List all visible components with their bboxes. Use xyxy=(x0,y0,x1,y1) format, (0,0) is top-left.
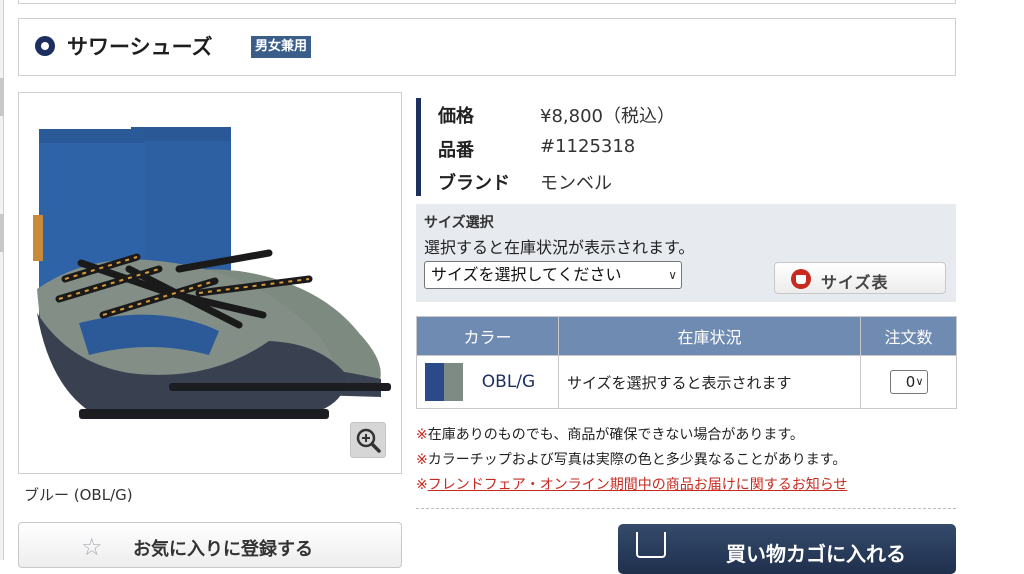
quantity-select[interactable]: 0 ∨ xyxy=(889,370,928,394)
chevron-down-icon: ∨ xyxy=(915,375,924,388)
stock-status-cell: サイズを選択すると表示されます xyxy=(558,355,861,409)
brand-label: ブランド xyxy=(438,173,510,194)
size-select-value: サイズを選択してください xyxy=(431,265,622,284)
stock-table: カラー 在庫状況 注文数 OBL/G サイズを選択すると表示されます 0 ∨ xyxy=(416,316,957,409)
size-selection-note: 選択すると在庫状況が表示されます。 xyxy=(424,238,695,257)
divider xyxy=(416,508,956,509)
delivery-notice-link[interactable]: フレンドフェア・オンライン期間中の商品お届けに関するお知らせ xyxy=(428,477,848,493)
notice-mark: ※ xyxy=(416,427,428,443)
favorites-button-label: お気に入りに登録する xyxy=(133,539,313,560)
item-number-value: #1125318 xyxy=(540,136,636,157)
column-header-quantity: 注文数 xyxy=(860,316,957,356)
magnifier-plus-icon xyxy=(356,428,381,453)
zoom-button[interactable] xyxy=(350,422,386,458)
color-cell: OBL/G xyxy=(416,355,559,409)
image-caption: ブルー (OBL/G) xyxy=(24,486,133,504)
size-selection-heading: サイズ選択 xyxy=(424,215,494,231)
water-shoes-illustration xyxy=(33,127,391,419)
shopping-bag-icon xyxy=(636,532,666,558)
size-chart-label: サイズ表 xyxy=(821,273,889,292)
notice-stock: ※在庫ありのものでも、商品が確保できない場合があります。 xyxy=(416,424,804,444)
top-section-border xyxy=(18,0,956,4)
product-title-bar: サワーシューズ 男女兼用 xyxy=(18,18,956,76)
edge-tab-marker xyxy=(0,78,4,116)
quantity-cell: 0 ∨ xyxy=(860,355,957,409)
notice-mark: ※ xyxy=(416,477,428,493)
product-image[interactable] xyxy=(18,92,402,474)
notice-colors: ※カラーチップおよび写真は実際の色と多少異なることがあります。 xyxy=(416,449,846,469)
chevron-down-icon: ∨ xyxy=(668,268,677,282)
item-number-label: 品番 xyxy=(438,140,474,161)
price-value: ¥8,800（税込） xyxy=(540,106,675,127)
size-selection-panel: サイズ選択 選択すると在庫状況が表示されます。 サイズを選択してください ∨ サ… xyxy=(416,204,956,302)
star-outline-icon: ☆ xyxy=(81,533,103,561)
price-label: 価格 xyxy=(438,106,474,127)
table-header-row: カラー 在庫状況 注文数 xyxy=(416,316,957,356)
brand-value: モンベル xyxy=(540,173,612,194)
unisex-badge: 男女兼用 xyxy=(251,36,312,58)
table-row: OBL/G サイズを選択すると表示されます 0 ∨ xyxy=(416,355,957,409)
product-title: サワーシューズ xyxy=(67,35,213,59)
notice-text: 在庫ありのものでも、商品が確保できない場合があります。 xyxy=(427,427,804,443)
color-chip[interactable] xyxy=(425,363,463,401)
notice-delivery: ※フレンドフェア・オンライン期間中の商品お届けに関するお知らせ xyxy=(416,474,847,494)
notice-mark: ※ xyxy=(416,452,428,468)
size-select-dropdown[interactable]: サイズを選択してください ∨ xyxy=(424,261,682,289)
add-to-favorites-button[interactable]: ☆ お気に入りに登録する xyxy=(18,522,402,568)
quantity-value: 0 xyxy=(905,373,916,391)
size-chart-button[interactable]: サイズ表 xyxy=(774,262,946,294)
edge-tab-marker xyxy=(0,214,4,252)
shirt-icon xyxy=(791,269,811,289)
add-to-cart-button[interactable]: 買い物カゴに入れる xyxy=(618,524,956,574)
column-header-stock: 在庫状況 xyxy=(558,316,861,356)
circle-bullet-icon xyxy=(35,36,55,56)
cart-button-label: 買い物カゴに入れる xyxy=(726,542,906,566)
color-code: OBL/G xyxy=(481,372,536,392)
notice-text: カラーチップおよび写真は実際の色と多少異なることがあります。 xyxy=(427,452,847,468)
info-accent-bar xyxy=(416,98,421,196)
column-header-color: カラー xyxy=(416,316,559,356)
